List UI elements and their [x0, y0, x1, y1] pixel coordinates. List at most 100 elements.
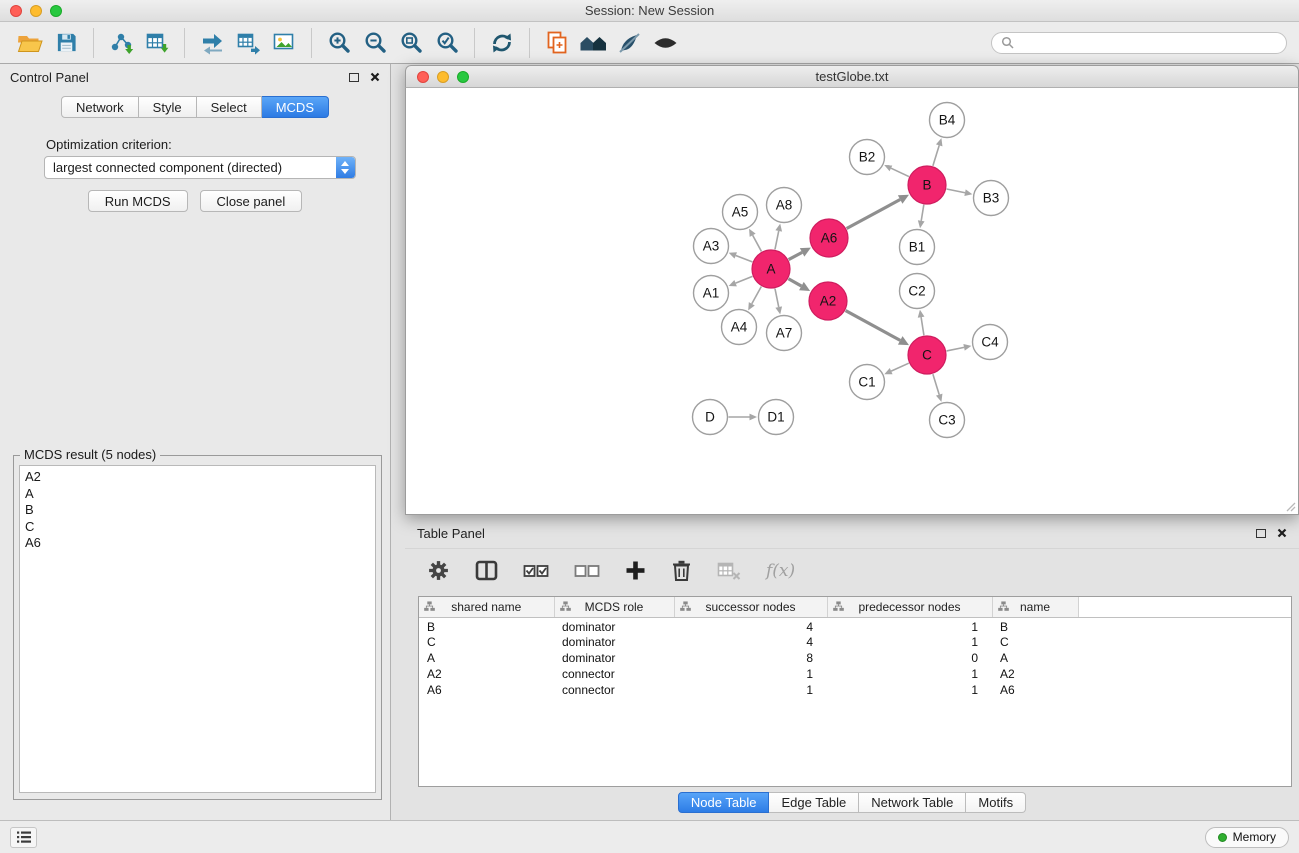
node-table-row[interactable]: Cdominator41C	[419, 634, 1291, 650]
table-cell[interactable]: 1	[827, 617, 992, 634]
minimize-window-button[interactable]	[30, 5, 42, 17]
graph-node-A3[interactable]: A3	[694, 229, 729, 264]
mcds-result-item[interactable]: A	[25, 486, 370, 503]
table-cell[interactable]: A6	[992, 682, 1078, 698]
graph-edge-C-C2[interactable]	[918, 310, 925, 335]
tab-motifs[interactable]: Motifs	[966, 792, 1026, 813]
tab-edge-table[interactable]: Edge Table	[769, 792, 859, 813]
tab-network[interactable]: Network	[61, 96, 139, 118]
node-table-row[interactable]: A6connector11A6	[419, 682, 1291, 698]
graph-node-C[interactable]: C	[908, 336, 946, 374]
node-table-container[interactable]: shared nameMCDS rolesuccessor nodesprede…	[418, 596, 1292, 787]
graph-edge-A6-B[interactable]	[847, 195, 909, 229]
table-cell[interactable]: A6	[419, 682, 554, 698]
graph-edge-B-B2[interactable]	[884, 165, 909, 177]
graph-edge-A-A2[interactable]	[788, 279, 810, 291]
node-table-row[interactable]: Adominator80A	[419, 650, 1291, 666]
function-builder-button[interactable]: f(x)	[766, 561, 795, 581]
close-table-panel-icon[interactable]	[1277, 528, 1287, 538]
export-table-button[interactable]	[230, 26, 266, 60]
delete-table-button[interactable]	[717, 561, 741, 581]
tab-style[interactable]: Style	[139, 96, 197, 118]
graph-edge-C-C3[interactable]	[933, 374, 943, 402]
mcds-result-item[interactable]: B	[25, 502, 370, 519]
table-cell[interactable]: A2	[419, 666, 554, 682]
table-cell[interactable]: B	[992, 617, 1078, 634]
table-cell[interactable]: connector	[554, 682, 674, 698]
table-cell[interactable]: dominator	[554, 617, 674, 634]
table-cell[interactable]: C	[992, 634, 1078, 650]
resize-handle-icon[interactable]	[1284, 500, 1296, 512]
graph-edge-A-A3[interactable]	[729, 252, 753, 262]
graph-edge-B-B3[interactable]	[947, 189, 973, 196]
zoom-fit-button[interactable]	[393, 26, 429, 60]
graph-node-B1[interactable]: B1	[900, 230, 935, 265]
column-header-predecessor-nodes[interactable]: predecessor nodes	[827, 597, 992, 617]
pages-button[interactable]	[539, 26, 575, 60]
graph-edge-B-B1[interactable]	[918, 205, 925, 228]
minimize-network-window-button[interactable]	[437, 71, 449, 83]
table-settings-button[interactable]	[427, 559, 450, 582]
graph-edge-C-C4[interactable]	[947, 344, 972, 351]
column-header-successor-nodes[interactable]: successor nodes	[674, 597, 827, 617]
float-panel-icon[interactable]	[349, 73, 359, 82]
column-header-name[interactable]: name	[992, 597, 1078, 617]
graph-edge-A-A7[interactable]	[775, 289, 782, 315]
graph-node-A4[interactable]: A4	[722, 310, 757, 345]
export-network-button[interactable]	[194, 26, 230, 60]
graph-node-A7[interactable]: A7	[767, 316, 802, 351]
table-cell[interactable]: C	[419, 634, 554, 650]
table-cell[interactable]: 4	[674, 617, 827, 634]
tab-node-table[interactable]: Node Table	[678, 792, 770, 813]
zoom-in-button[interactable]	[321, 26, 357, 60]
graph-edge-C-C1[interactable]	[884, 363, 908, 374]
network-graph[interactable]: B4B2BB3A5A8A6A3B1AC2A1A2A4A7C4CC1DD1C3	[406, 88, 1298, 513]
zoom-out-button[interactable]	[357, 26, 393, 60]
graph-node-C3[interactable]: C3	[930, 403, 965, 438]
search-input[interactable]	[1019, 36, 1277, 50]
table-cell[interactable]: 1	[674, 666, 827, 682]
tab-mcds[interactable]: MCDS	[262, 96, 329, 118]
graph-edge-A2-C[interactable]	[846, 311, 909, 346]
optimization-criterion-select[interactable]: largest connected component (directed)	[44, 156, 356, 179]
zoom-network-window-button[interactable]	[457, 71, 469, 83]
table-cell[interactable]: 1	[827, 634, 992, 650]
float-table-panel-icon[interactable]	[1256, 529, 1266, 538]
column-header-mcds-role[interactable]: MCDS role	[554, 597, 674, 617]
graph-node-B[interactable]: B	[908, 166, 946, 204]
table-cell[interactable]: 1	[674, 682, 827, 698]
graph-node-B4[interactable]: B4	[930, 103, 965, 138]
table-cell[interactable]: A2	[992, 666, 1078, 682]
graph-edge-D-D1[interactable]	[729, 414, 758, 421]
add-column-button[interactable]	[625, 560, 646, 581]
show-columns-button[interactable]	[475, 560, 498, 581]
table-cell[interactable]: 8	[674, 650, 827, 666]
table-cell[interactable]: B	[419, 617, 554, 634]
table-cell[interactable]: connector	[554, 666, 674, 682]
graph-edge-A-A1[interactable]	[729, 276, 753, 286]
refresh-button[interactable]	[484, 26, 520, 60]
tab-select[interactable]: Select	[197, 96, 262, 118]
close-panel-icon[interactable]	[370, 72, 380, 82]
mcds-result-item[interactable]: A2	[25, 469, 370, 486]
deselect-all-button[interactable]	[574, 563, 600, 579]
graph-node-A8[interactable]: A8	[767, 188, 802, 223]
delete-column-button[interactable]	[671, 559, 692, 582]
export-image-button[interactable]	[266, 26, 302, 60]
memory-button[interactable]: Memory	[1205, 827, 1289, 848]
close-window-button[interactable]	[10, 5, 22, 17]
search-box[interactable]	[991, 32, 1287, 54]
graph-node-B3[interactable]: B3	[974, 181, 1009, 216]
mcds-result-item[interactable]: A6	[25, 535, 370, 552]
mcds-result-item[interactable]: C	[25, 519, 370, 536]
graph-edge-A-A4[interactable]	[748, 287, 761, 311]
graph-node-A5[interactable]: A5	[723, 195, 758, 230]
node-table-row[interactable]: A2connector11A2	[419, 666, 1291, 682]
table-cell[interactable]: 1	[827, 682, 992, 698]
graph-node-C1[interactable]: C1	[850, 365, 885, 400]
table-cell[interactable]: A	[419, 650, 554, 666]
table-cell[interactable]: 4	[674, 634, 827, 650]
run-mcds-button[interactable]: Run MCDS	[88, 190, 188, 212]
close-panel-button[interactable]: Close panel	[200, 190, 303, 212]
graph-node-C4[interactable]: C4	[973, 325, 1008, 360]
